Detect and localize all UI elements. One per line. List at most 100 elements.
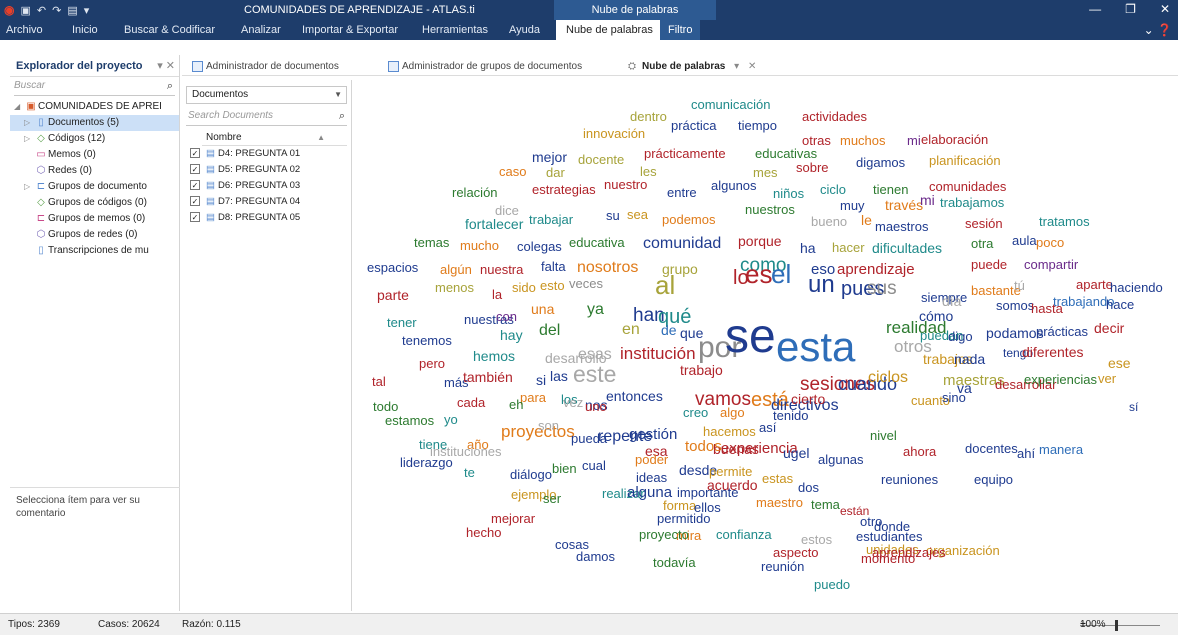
cloud-word[interactable]: maestro <box>756 496 803 509</box>
cloud-word[interactable]: tema <box>811 498 840 511</box>
cloud-word[interactable]: poco <box>1036 236 1064 249</box>
cloud-word[interactable]: haciendo <box>1110 281 1163 294</box>
cloud-word[interactable]: estamos <box>385 414 434 427</box>
cloud-word[interactable]: hecho <box>466 526 501 539</box>
cloud-word[interactable]: relación <box>452 186 498 199</box>
close-pane-icon[interactable]: ✕ <box>166 60 175 72</box>
cloud-word[interactable]: sido <box>512 281 536 294</box>
cloud-word[interactable]: hay <box>500 328 523 342</box>
tab-ayuda[interactable]: Ayuda <box>509 20 540 40</box>
cloud-word[interactable]: también <box>463 370 513 384</box>
cloud-word[interactable]: para <box>520 391 546 404</box>
cloud-word[interactable]: nuestros <box>745 203 795 216</box>
cloud-word[interactable]: hace <box>1106 298 1134 311</box>
tree-item-transcripciones[interactable]: ▯ Transcripciones de mu <box>10 243 179 259</box>
cloud-word[interactable]: fortalecer <box>465 217 523 231</box>
cloud-word[interactable]: práctica <box>671 119 717 132</box>
minimize-icon[interactable]: — <box>1089 2 1101 16</box>
document-row[interactable]: ✓ ▤ D5: PREGUNTA 02 <box>182 162 351 178</box>
cloud-word[interactable]: de <box>661 323 677 337</box>
collapse-arrow-icon[interactable]: ▷ <box>24 131 34 147</box>
cloud-word[interactable]: hacer <box>832 241 865 254</box>
cloud-word[interactable]: puedo <box>814 578 850 591</box>
cloud-word[interactable]: su <box>606 209 620 222</box>
cloud-word[interactable]: espacios <box>367 261 418 274</box>
cloud-word[interactable]: cierto <box>791 392 825 406</box>
cloud-word[interactable]: día <box>942 294 961 308</box>
undo-icon[interactable]: ↶ <box>37 4 46 17</box>
cloud-word[interactable]: ideas <box>636 471 667 484</box>
cloud-word[interactable]: nosotros <box>577 260 638 276</box>
cloud-word[interactable]: tener <box>387 316 417 329</box>
restore-icon[interactable]: ❐ <box>1125 2 1136 16</box>
cloud-word[interactable]: algunos <box>711 179 757 192</box>
document-checkbox[interactable]: ✓ <box>190 196 200 207</box>
document-row[interactable]: ✓ ▤ D4: PREGUNTA 01 <box>182 146 351 162</box>
pin-dropdown-icon[interactable]: ▾ <box>157 60 163 72</box>
document-checkbox[interactable]: ✓ <box>190 148 200 159</box>
customize-dropdown-icon[interactable]: ▾ <box>84 4 90 17</box>
tree-item-grupos-codigos[interactable]: ◇ Grupos de códigos (0) <box>10 195 179 211</box>
document-row[interactable]: ✓ ▤ D7: PREGUNTA 04 <box>182 194 351 210</box>
cloud-word[interactable]: tiempo <box>738 119 777 132</box>
cloud-word[interactable]: institución <box>620 345 696 362</box>
cloud-word[interactable]: en <box>622 322 640 338</box>
cloud-word[interactable]: compartir <box>1024 258 1078 271</box>
cloud-word[interactable]: con <box>496 310 517 323</box>
cloud-word[interactable]: educativas <box>755 147 817 160</box>
cloud-word[interactable]: comunicación <box>691 98 771 111</box>
cloud-word[interactable]: del <box>539 323 560 339</box>
cloud-word[interactable]: tienen <box>873 183 908 196</box>
cloud-word[interactable]: planificación <box>929 154 1001 167</box>
tab-importar-exportar[interactable]: Importar & Exportar <box>302 20 398 40</box>
cloud-word[interactable]: caso <box>499 165 526 178</box>
tree-item-grupos-redes[interactable]: ⬡ Grupos de redes (0) <box>10 227 179 243</box>
cloud-word[interactable]: colegas <box>517 240 562 253</box>
cloud-word[interactable]: diferentes <box>1022 345 1083 359</box>
cloud-word[interactable]: algo <box>720 406 745 419</box>
cloud-word[interactable]: tenemos <box>402 334 452 347</box>
comment-area[interactable]: Selecciona ítem para ver su comentario <box>10 487 180 611</box>
cloud-word[interactable]: mi <box>907 134 921 147</box>
cloud-word[interactable]: instituciones <box>430 445 502 458</box>
cloud-word[interactable]: sus <box>867 279 897 298</box>
cloud-word[interactable]: trabajamos <box>940 196 1004 209</box>
column-header-nombre[interactable]: Nombre ▲ <box>202 130 347 146</box>
cloud-word[interactable]: falta <box>541 260 566 273</box>
cloud-word[interactable]: maestros <box>875 220 928 233</box>
cloud-word[interactable]: dentro <box>630 110 667 123</box>
save-icon[interactable]: ▣ <box>20 4 30 17</box>
tree-item-memos[interactable]: ▭ Memos (0) <box>10 147 179 163</box>
cloud-word[interactable]: se <box>725 313 776 361</box>
document-filter-select[interactable]: Documentos ▼ <box>186 86 347 104</box>
tab-nube-de-palabras[interactable]: Nube de palabras <box>556 20 663 40</box>
cloud-word[interactable]: hacemos <box>703 425 756 438</box>
cloud-word[interactable]: somos <box>996 299 1034 312</box>
close-icon[interactable]: ✕ <box>1160 2 1170 16</box>
cloud-word[interactable]: cada <box>457 396 485 409</box>
cloud-word[interactable]: realidad <box>886 319 947 336</box>
cloud-word[interactable]: prácticamente <box>644 147 726 160</box>
tree-item-codigos[interactable]: ▷ ◇ Códigos (12) <box>10 131 179 147</box>
tree-item-grupos-memos[interactable]: ⊏ Grupos de memos (0) <box>10 211 179 227</box>
cloud-word[interactable]: prácticas <box>1036 325 1088 338</box>
cloud-word[interactable]: muy <box>840 199 865 212</box>
cloud-word[interactable]: dos <box>798 481 819 494</box>
cloud-word[interactable]: te <box>464 466 475 479</box>
cloud-word[interactable]: otro <box>860 515 882 528</box>
tab-herramientas[interactable]: Herramientas <box>422 20 488 40</box>
cloud-word[interactable]: damos <box>576 550 615 563</box>
tab-administrador-documentos[interactable]: Administrador de documentos <box>190 58 339 76</box>
word-cloud-canvas[interactable]: comunicación dentro práctica tiempo activida… <box>353 80 1178 611</box>
cloud-word[interactable]: elaboración <box>921 133 988 146</box>
cloud-word[interactable]: proyecto <box>639 528 689 541</box>
cloud-word[interactable]: ser <box>543 492 561 505</box>
search-documents-input[interactable]: Search Documents ⌕ <box>186 110 347 126</box>
cloud-word[interactable]: digo <box>948 330 973 343</box>
cloud-word[interactable]: al <box>655 272 675 298</box>
cloud-word[interactable]: hemos <box>473 349 515 363</box>
cloud-word[interactable]: bueno <box>811 215 847 228</box>
cloud-word[interactable]: aparte <box>1076 278 1113 291</box>
zoom-slider-thumb[interactable] <box>1115 619 1119 631</box>
tab-archivo[interactable]: Archivo <box>6 20 43 40</box>
